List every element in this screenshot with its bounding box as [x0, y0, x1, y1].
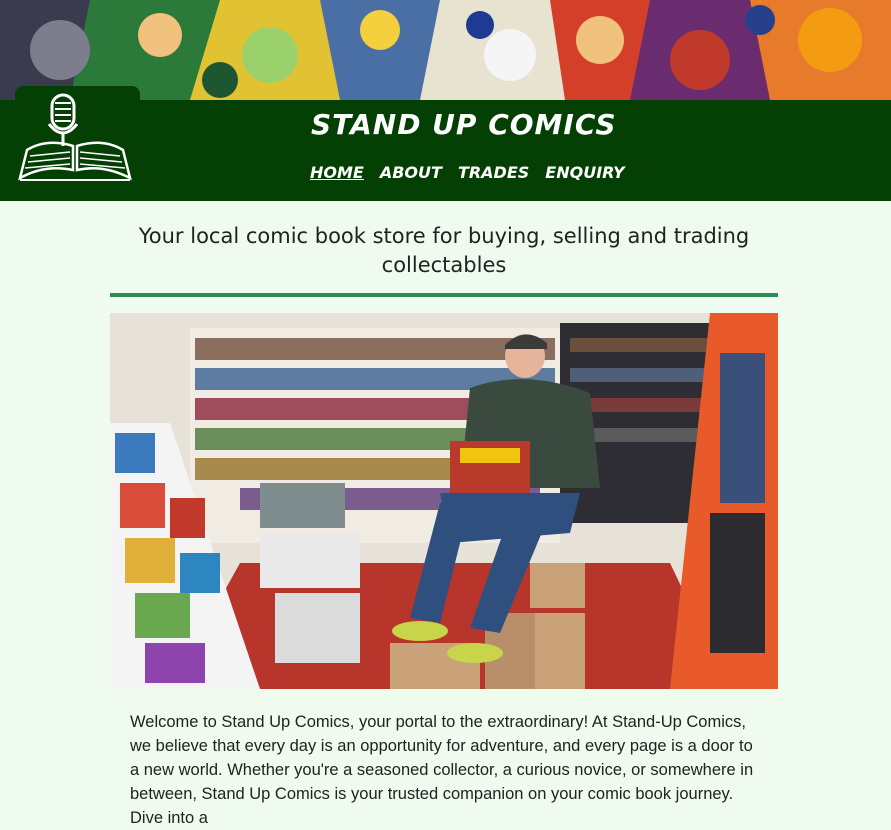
divider-rule: [110, 293, 778, 297]
store-owner-photo: [110, 313, 778, 689]
main-nav: HOME ABOUT TRADES ENQUIRY: [310, 163, 625, 182]
store-photo-image: [110, 313, 778, 689]
page-tagline: Your local comic book store for buying, …: [138, 224, 750, 277]
nav-enquiry[interactable]: ENQUIRY: [545, 163, 624, 182]
nav-trades[interactable]: TRADES: [458, 163, 529, 182]
site-logo[interactable]: [15, 86, 140, 186]
comic-collage-image: [0, 0, 891, 100]
site-title: STAND UP COMICS: [311, 108, 617, 141]
intro-paragraph: Welcome to Stand Up Comics, your portal …: [130, 713, 754, 827]
nav-home[interactable]: HOME: [310, 163, 364, 182]
nav-about[interactable]: ABOUT: [380, 163, 442, 182]
comic-collage-banner: [0, 0, 891, 100]
microphone-book-logo-icon: [18, 93, 132, 181]
